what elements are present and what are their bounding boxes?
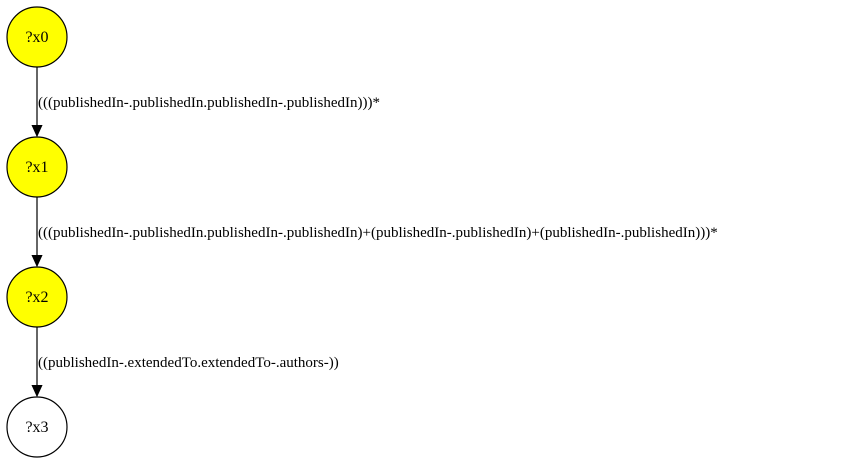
node-label: ?x0: [25, 29, 48, 46]
node-label: ?x3: [25, 419, 48, 436]
node-x3: ?x3: [6, 396, 68, 458]
edge-label: (((publishedIn-.publishedIn.publishedIn-…: [38, 95, 380, 111]
query-graph: (((publishedIn-.publishedIn.publishedIn-…: [6, 6, 718, 458]
edge-label: ((publishedIn-.extendedTo.extendedTo-.au…: [38, 355, 339, 371]
edge-x1-x2: (((publishedIn-.publishedIn.publishedIn-…: [37, 197, 718, 266]
node-x2: ?x2: [6, 266, 68, 328]
edge-x0-x1: (((publishedIn-.publishedIn.publishedIn-…: [37, 67, 380, 136]
node-x0: ?x0: [6, 6, 68, 68]
node-x1: ?x1: [6, 136, 68, 198]
node-label: ?x2: [25, 289, 48, 306]
edge-x2-x3: ((publishedIn-.extendedTo.extendedTo-.au…: [37, 327, 339, 396]
node-label: ?x1: [25, 159, 48, 176]
edge-label: (((publishedIn-.publishedIn.publishedIn-…: [38, 225, 718, 241]
